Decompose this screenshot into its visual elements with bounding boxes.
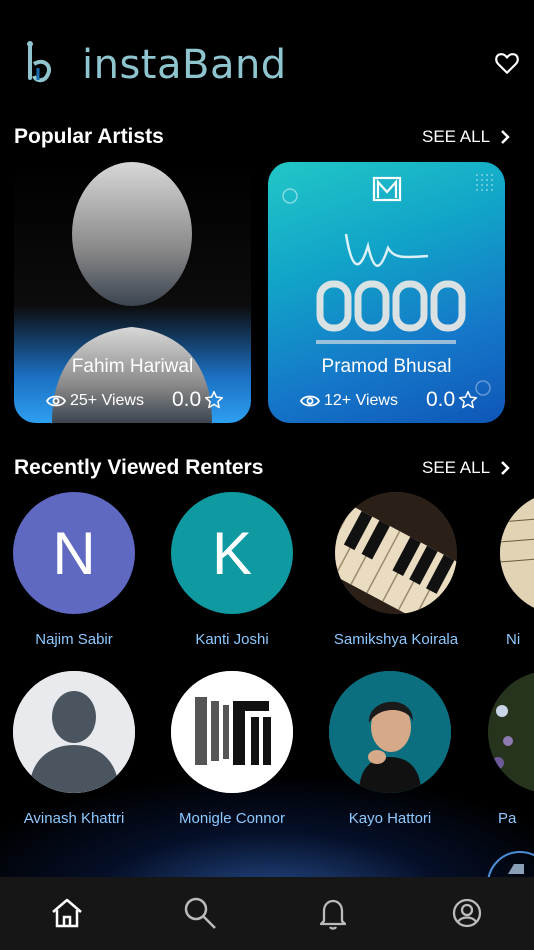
popular-see-all-button[interactable]: SEE ALL — [422, 127, 510, 147]
renter-avatar — [488, 671, 534, 793]
floating-action-icon[interactable] — [484, 850, 534, 880]
chevron-right-icon — [501, 461, 510, 475]
see-all-label: SEE ALL — [422, 127, 491, 146]
flowers-photo-image — [488, 671, 534, 793]
app-screen: instaBand Popular Artists SEE ALL Fahim … — [0, 0, 534, 950]
avatar-initial: K — [211, 519, 253, 587]
artist-card[interactable]: Pramod Bhusal 12+ Views 0.0 — [268, 162, 505, 423]
views-count: 25+ Views — [70, 392, 144, 409]
artist-placeholder-image — [52, 162, 212, 423]
renter-item[interactable]: Ni — [440, 492, 534, 648]
renter-item[interactable]: Monigle Connor — [152, 671, 312, 827]
renter-item[interactable]: N Najim Sabir — [0, 492, 154, 648]
sheet-music-image — [500, 492, 534, 614]
header: instaBand — [0, 30, 534, 100]
avatar-initial: N — [52, 519, 96, 587]
artist-views: 12+ Views — [300, 392, 398, 410]
artist-views: 25+ Views — [46, 392, 144, 410]
renter-avatar — [335, 492, 457, 614]
recent-see-all-button[interactable]: SEE ALL — [422, 458, 510, 478]
artist-card[interactable]: Fahim Hariwal 25+ Views 0.0 — [14, 162, 251, 423]
views-count: 12+ Views — [324, 392, 398, 409]
artist-rating: 0.0 — [172, 388, 224, 412]
chevron-right-icon — [501, 130, 510, 144]
piano-keys-image — [335, 492, 457, 614]
renter-avatar: K — [171, 492, 293, 614]
renter-item[interactable]: Pa — [428, 671, 534, 827]
favorites-heart-icon[interactable] — [494, 50, 520, 76]
app-logo-icon — [27, 41, 51, 83]
renter-name: Najim Sabir — [35, 631, 113, 648]
search-icon[interactable] — [182, 895, 218, 931]
eye-icon — [46, 395, 66, 407]
app-title: instaBand — [82, 42, 287, 88]
star-icon — [205, 390, 224, 409]
see-all-label: SEE ALL — [422, 458, 491, 477]
renter-name: Monigle Connor — [179, 810, 285, 827]
renter-avatar: N — [13, 492, 135, 614]
profile-icon[interactable] — [449, 895, 485, 931]
artist-cover-image — [282, 174, 493, 396]
artist-name: Pramod Bhusal — [321, 356, 452, 377]
rating-value: 0.0 — [426, 388, 456, 411]
renter-avatar — [171, 671, 293, 793]
rating-value: 0.0 — [172, 388, 202, 411]
monogram-logo-image — [171, 671, 293, 793]
bell-icon[interactable] — [315, 895, 351, 931]
renter-avatar — [13, 671, 135, 793]
recent-renters-title: Recently Viewed Renters — [14, 456, 264, 479]
artist-rating: 0.0 — [426, 388, 478, 412]
default-user-icon — [13, 671, 135, 793]
bottom-navigation — [0, 877, 534, 950]
popular-artists-title: Popular Artists — [14, 125, 164, 148]
renter-name: Avinash Khattri — [23, 810, 125, 827]
home-icon[interactable] — [49, 895, 85, 931]
renter-name: Ni — [506, 631, 521, 648]
renter-name: Pa — [498, 810, 517, 827]
renter-name: Kanti Joshi — [195, 631, 269, 648]
renter-item[interactable]: K Kanti Joshi — [152, 492, 312, 648]
star-icon — [459, 390, 478, 409]
renter-item[interactable]: Avinash Khattri — [0, 671, 154, 827]
eye-icon — [300, 395, 320, 407]
renter-avatar — [500, 492, 534, 614]
artist-name: Fahim Hariwal — [71, 356, 194, 377]
